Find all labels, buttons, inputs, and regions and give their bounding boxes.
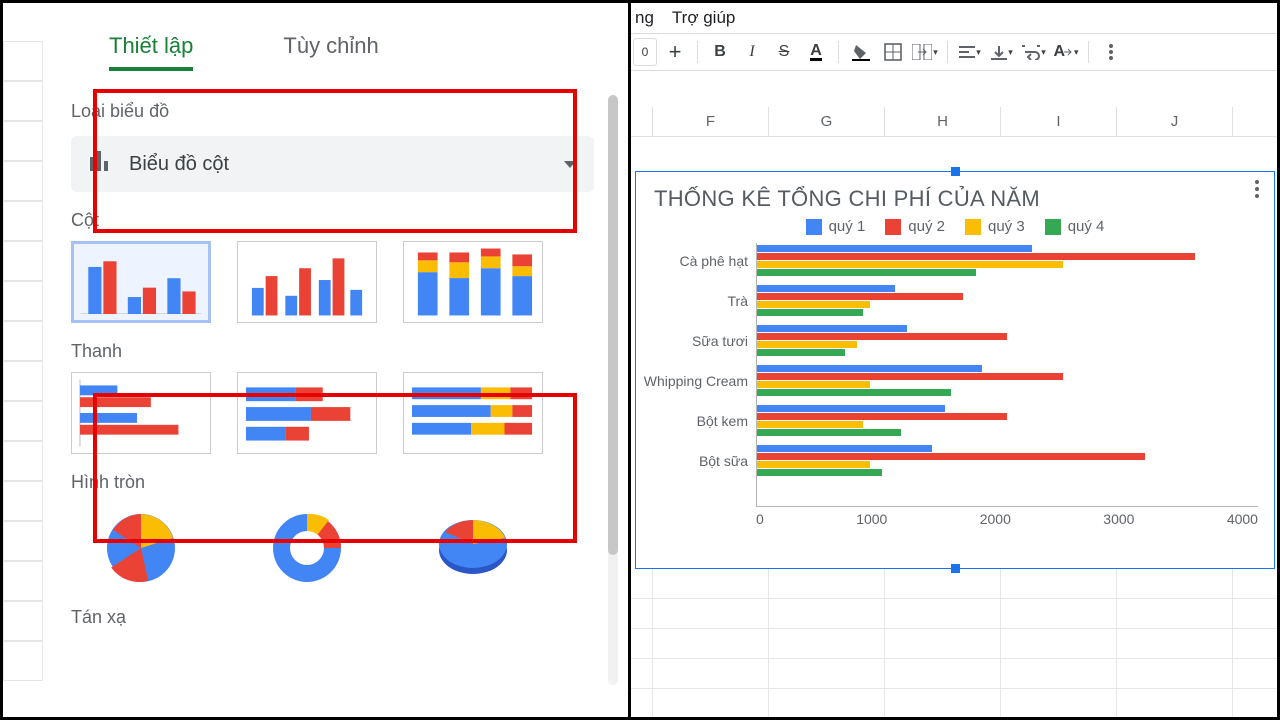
text-color-button[interactable]: A	[802, 38, 830, 66]
col-header-partial[interactable]	[631, 107, 653, 136]
bar-group	[757, 405, 1007, 441]
legend-item: quý 2	[885, 218, 945, 235]
group-scatter-label: Tán xạ	[71, 607, 602, 628]
bar	[757, 285, 895, 292]
bar	[757, 333, 1007, 340]
bar	[757, 469, 882, 476]
bar	[757, 461, 870, 468]
bar-group	[757, 325, 1007, 361]
more-toolbar-button[interactable]	[1097, 38, 1125, 66]
bar-group	[757, 365, 1063, 401]
y-category-label: Bột kem	[636, 413, 748, 429]
decimal-zero-button[interactable]: 0	[633, 38, 657, 66]
bar	[757, 301, 870, 308]
text-rotation-button[interactable]: A▾	[1052, 38, 1080, 66]
bar	[757, 413, 1007, 420]
bar	[757, 373, 1063, 380]
bar	[757, 253, 1195, 260]
y-category-label: Sữa tươi	[636, 333, 748, 349]
y-category-label: Trà	[636, 293, 748, 309]
bar	[757, 309, 863, 316]
chart-option-column-clustered[interactable]	[71, 241, 211, 323]
chart-selection-box[interactable]: THỐNG KÊ TỔNG CHI PHÍ CỦA NĂM quý 1 quý 2…	[635, 171, 1275, 569]
bar	[757, 445, 932, 452]
y-category-label: Whipping Cream	[636, 373, 748, 389]
tab-customize[interactable]: Tùy chỉnh	[283, 33, 378, 71]
legend-item: quý 3	[965, 218, 1025, 235]
bar	[757, 245, 1032, 252]
strikethrough-button[interactable]: S	[770, 38, 798, 66]
col-header-F[interactable]: F	[653, 107, 769, 136]
fill-color-button[interactable]	[847, 38, 875, 66]
col-header-J[interactable]: J	[1117, 107, 1233, 136]
bar-group	[757, 445, 1145, 481]
sheet-gutter	[3, 41, 43, 701]
annotation-red-box-2	[93, 393, 577, 543]
bar	[757, 453, 1145, 460]
y-category-label: Cà phê hạt	[636, 253, 748, 269]
y-category-label: Bột sữa	[636, 453, 748, 469]
horizontal-align-button[interactable]: ▾	[956, 38, 984, 66]
bold-button[interactable]: B	[706, 38, 734, 66]
menu-help[interactable]: Trợ giúp	[672, 8, 735, 28]
bar	[757, 293, 963, 300]
col-header-I[interactable]: I	[1001, 107, 1117, 136]
column-headers: F G H I J	[631, 107, 1277, 137]
borders-button[interactable]	[879, 38, 907, 66]
tab-setup[interactable]: Thiết lập	[109, 33, 193, 71]
chart-editor-panel: Thiết lập Tùy chỉnh Loại biểu đồ Biểu đồ…	[3, 3, 631, 717]
bar	[757, 325, 907, 332]
vertical-align-button[interactable]: ▾	[988, 38, 1016, 66]
column-options	[71, 241, 594, 323]
bar	[757, 405, 945, 412]
legend-item: quý 1	[806, 218, 866, 235]
bar	[757, 261, 1063, 268]
menubar: ng Trợ giúp	[631, 3, 1277, 33]
spreadsheet-area: ng Trợ giúp 0 + B I S A ▾ ▾ ▾ ▾ A▾ F G	[631, 3, 1277, 717]
merge-cells-button[interactable]: ▾	[911, 38, 939, 66]
panel-scrollbar[interactable]	[608, 95, 618, 685]
bar-group	[757, 285, 963, 321]
chart-plot-area: 01000200030004000 Cà phê hạtTràSữa tươiW…	[756, 243, 1270, 533]
group-bar-label: Thanh	[71, 341, 602, 362]
chart-option-column-stacked[interactable]	[403, 241, 543, 323]
bar	[757, 389, 951, 396]
insert-plus-button[interactable]: +	[661, 38, 689, 66]
chart-option-column-grouped[interactable]	[237, 241, 377, 323]
bar-group	[757, 245, 1195, 281]
resize-handle-top[interactable]	[951, 167, 960, 176]
legend-item: quý 4	[1045, 218, 1105, 235]
col-header-G[interactable]: G	[769, 107, 885, 136]
toolbar: 0 + B I S A ▾ ▾ ▾ ▾ A▾	[631, 33, 1277, 71]
chart-legend: quý 1 quý 2 quý 3 quý 4	[636, 218, 1274, 235]
scrollbar-thumb[interactable]	[608, 95, 618, 555]
bar	[757, 349, 845, 356]
bar	[757, 341, 857, 348]
annotation-red-box-1	[93, 89, 577, 233]
italic-button[interactable]: I	[738, 38, 766, 66]
menu-item-partial[interactable]: ng	[635, 8, 654, 28]
bar	[757, 429, 901, 436]
bar	[757, 381, 870, 388]
empty-rows	[631, 569, 1277, 717]
bar	[757, 365, 982, 372]
bar	[757, 421, 863, 428]
editor-tabs: Thiết lập Tùy chỉnh	[59, 13, 606, 77]
text-wrap-button[interactable]: ▾	[1020, 38, 1048, 66]
bar	[757, 269, 976, 276]
chart-kebab-menu[interactable]	[1248, 178, 1266, 200]
chart-title: THỐNG KÊ TỔNG CHI PHÍ CỦA NĂM	[636, 172, 1274, 216]
col-header-H[interactable]: H	[885, 107, 1001, 136]
